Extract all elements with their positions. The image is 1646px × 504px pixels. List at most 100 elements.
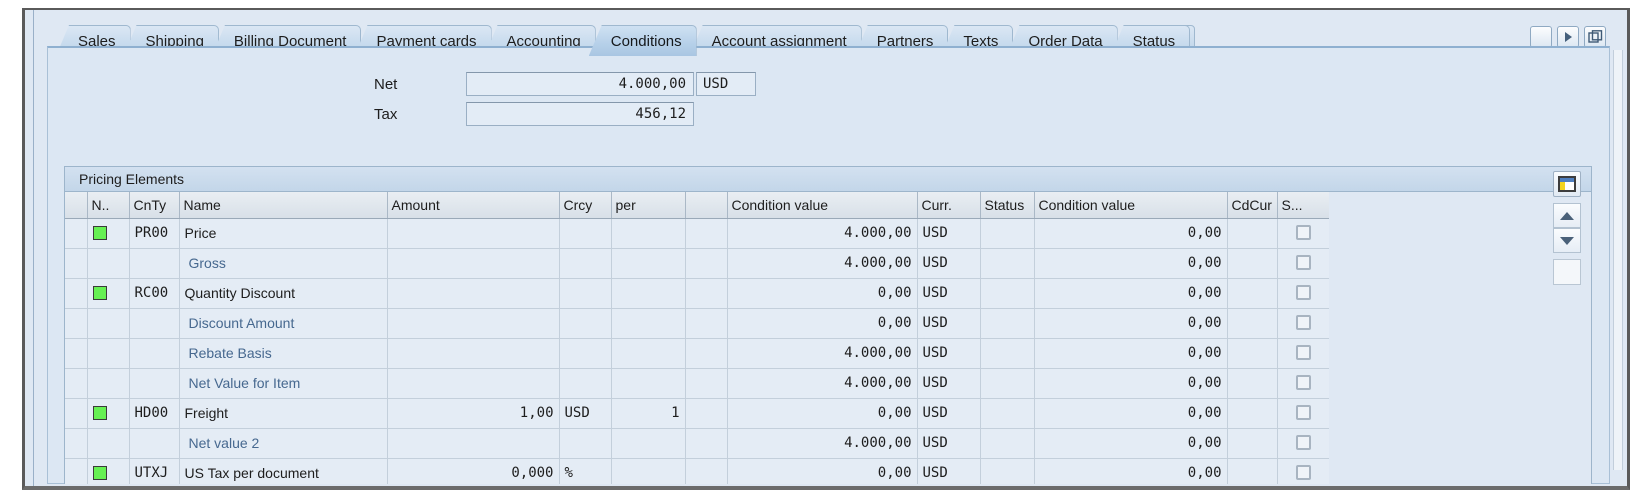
condition-name-cell[interactable]: Discount Amount	[179, 308, 387, 338]
row-selector-cell[interactable]	[65, 218, 87, 248]
per-cell[interactable]	[611, 248, 685, 278]
currency-cell[interactable]	[559, 338, 611, 368]
currency-cell[interactable]: %	[559, 458, 611, 484]
condition-name-cell[interactable]: Net Value for Item	[179, 368, 387, 398]
condition-name-cell[interactable]: Price	[179, 218, 387, 248]
unit-cell[interactable]	[685, 458, 727, 484]
row-selector-cell[interactable]	[65, 248, 87, 278]
column-header-cdcur[interactable]: CdCur	[1227, 192, 1277, 218]
statistical-checkbox[interactable]	[1296, 345, 1311, 360]
unit-cell[interactable]	[685, 338, 727, 368]
scroll-thumb[interactable]	[1553, 259, 1581, 285]
currency-cell[interactable]	[559, 308, 611, 338]
table-row[interactable]: Gross4.000,00USD0,00	[65, 248, 1329, 278]
column-header-statcol[interactable]: Status	[980, 192, 1034, 218]
row-selector-cell[interactable]	[65, 308, 87, 338]
table-settings-button[interactable]	[1553, 171, 1581, 197]
tab-scroll-right-button[interactable]	[1557, 26, 1579, 48]
amount-cell[interactable]: 1,00	[387, 398, 559, 428]
column-header-status[interactable]: N..	[87, 192, 129, 218]
window-vertical-scrollbar[interactable]	[1613, 50, 1623, 470]
amount-cell[interactable]	[387, 428, 559, 458]
condition-type-cell[interactable]	[129, 338, 179, 368]
condition-name-cell[interactable]: Rebate Basis	[179, 338, 387, 368]
table-row[interactable]: Discount Amount0,00USD0,00	[65, 308, 1329, 338]
column-header-curr[interactable]: Curr.	[917, 192, 980, 218]
net-value-input[interactable]: 4.000,00	[466, 72, 694, 96]
condition-type-cell[interactable]: RC00	[129, 278, 179, 308]
per-cell[interactable]: 1	[611, 398, 685, 428]
scroll-up-button[interactable]	[1553, 203, 1581, 228]
per-cell[interactable]	[611, 218, 685, 248]
statistical-checkbox[interactable]	[1296, 315, 1311, 330]
table-row[interactable]: Net Value for Item4.000,00USD0,00	[65, 368, 1329, 398]
condition-type-cell[interactable]: UTXJ	[129, 458, 179, 484]
table-row[interactable]: Net value 24.000,00USD0,00	[65, 428, 1329, 458]
row-selector-cell[interactable]	[65, 368, 87, 398]
condition-type-cell[interactable]	[129, 308, 179, 338]
unit-cell[interactable]	[685, 218, 727, 248]
unit-cell[interactable]	[685, 398, 727, 428]
statistical-checkbox[interactable]	[1296, 375, 1311, 390]
row-selector-cell[interactable]	[65, 458, 87, 484]
amount-cell[interactable]	[387, 308, 559, 338]
column-header-crcy[interactable]: Crcy	[559, 192, 611, 218]
amount-cell[interactable]	[387, 278, 559, 308]
column-header-condval2[interactable]: Condition value	[1034, 192, 1227, 218]
unit-cell[interactable]	[685, 308, 727, 338]
amount-cell[interactable]: 0,000	[387, 458, 559, 484]
unit-cell[interactable]	[685, 248, 727, 278]
statistical-checkbox[interactable]	[1296, 225, 1311, 240]
column-header-amount[interactable]: Amount	[387, 192, 559, 218]
condition-type-cell[interactable]	[129, 428, 179, 458]
row-selector-cell[interactable]	[65, 398, 87, 428]
amount-cell[interactable]	[387, 248, 559, 278]
currency-cell[interactable]	[559, 368, 611, 398]
unit-cell[interactable]	[685, 278, 727, 308]
condition-name-cell[interactable]: Quantity Discount	[179, 278, 387, 308]
tab-list-button[interactable]	[1584, 26, 1606, 48]
currency-cell[interactable]: USD	[559, 398, 611, 428]
amount-cell[interactable]	[387, 368, 559, 398]
condition-type-cell[interactable]: HD00	[129, 398, 179, 428]
statistical-checkbox[interactable]	[1296, 465, 1311, 480]
per-cell[interactable]	[611, 308, 685, 338]
tab-conditions[interactable]: Conditions	[589, 25, 697, 56]
per-cell[interactable]	[611, 458, 685, 484]
statistical-checkbox[interactable]	[1296, 435, 1311, 450]
condition-name-cell[interactable]: Net value 2	[179, 428, 387, 458]
currency-cell[interactable]	[559, 278, 611, 308]
statistical-checkbox[interactable]	[1296, 285, 1311, 300]
statistical-checkbox[interactable]	[1296, 255, 1311, 270]
column-header-condval1[interactable]: Condition value	[727, 192, 917, 218]
tax-value-input[interactable]: 456,12	[466, 102, 694, 126]
condition-name-cell[interactable]: US Tax per document	[179, 458, 387, 484]
row-selector-cell[interactable]	[65, 338, 87, 368]
table-row[interactable]: HD00Freight1,00USD10,00USD0,00	[65, 398, 1329, 428]
per-cell[interactable]	[611, 338, 685, 368]
column-header-name[interactable]: Name	[179, 192, 387, 218]
amount-cell[interactable]	[387, 218, 559, 248]
table-row[interactable]: UTXJUS Tax per document0,000%0,00USD0,00	[65, 458, 1329, 484]
table-row[interactable]: Rebate Basis4.000,00USD0,00	[65, 338, 1329, 368]
currency-cell[interactable]	[559, 218, 611, 248]
unit-cell[interactable]	[685, 428, 727, 458]
per-cell[interactable]	[611, 278, 685, 308]
unit-cell[interactable]	[685, 368, 727, 398]
column-header-unit[interactable]	[685, 192, 727, 218]
scroll-down-button[interactable]	[1553, 228, 1581, 253]
amount-cell[interactable]	[387, 338, 559, 368]
table-row[interactable]: RC00Quantity Discount0,00USD0,00	[65, 278, 1329, 308]
net-currency-input[interactable]: USD	[696, 72, 756, 96]
condition-type-cell[interactable]: PR00	[129, 218, 179, 248]
condition-type-cell[interactable]	[129, 368, 179, 398]
table-row[interactable]: PR00Price4.000,00USD0,00	[65, 218, 1329, 248]
condition-type-cell[interactable]	[129, 248, 179, 278]
currency-cell[interactable]	[559, 428, 611, 458]
column-header-scol[interactable]: S...	[1277, 192, 1329, 218]
per-cell[interactable]	[611, 428, 685, 458]
statistical-checkbox[interactable]	[1296, 405, 1311, 420]
condition-name-cell[interactable]: Gross	[179, 248, 387, 278]
row-selector-cell[interactable]	[65, 278, 87, 308]
column-header-per[interactable]: per	[611, 192, 685, 218]
